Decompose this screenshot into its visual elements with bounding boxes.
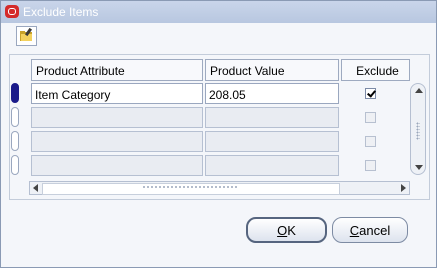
cancel-mnemonic: C [349,222,360,238]
column-header-exclude: Exclude [341,59,410,81]
cancel-button[interactable]: Cancel [332,217,408,243]
oracle-close-icon[interactable] [5,5,19,18]
product-value-field[interactable] [205,155,339,176]
ok-mnemonic: O [277,222,288,238]
exclude-checkbox[interactable] [365,88,376,99]
row-indicator[interactable] [11,131,19,151]
window-title: Exclude Items [23,5,99,19]
exclude-items-window: Exclude Items Product Attribute Product … [0,0,437,268]
product-attribute-field[interactable] [31,131,203,152]
ok-label: K [287,222,296,238]
exclude-checkbox[interactable] [365,136,376,147]
items-table: Product Attribute Product Value Exclude … [9,54,430,200]
folder-button[interactable] [16,26,37,46]
horizontal-scrollbar[interactable] [29,181,410,195]
cancel-label: ancel [359,222,391,238]
title-bar: Exclude Items [1,1,436,23]
row-indicator[interactable] [11,107,19,127]
vertical-scrollbar[interactable] [410,83,426,175]
product-value-field[interactable]: 208.05 [205,83,339,104]
product-value-field[interactable] [205,107,339,128]
ok-button[interactable]: OK [246,217,327,243]
scroll-grip[interactable] [416,122,420,140]
column-header-product-attribute: Product Attribute [31,59,203,81]
row-indicator-current[interactable] [11,83,19,103]
folder-edit-icon [20,27,33,41]
column-header-product-value: Product Value [205,59,339,81]
product-attribute-field[interactable]: Item Category [31,83,203,104]
product-attribute-field[interactable] [31,155,203,176]
product-value-field[interactable] [205,131,339,152]
row-indicator[interactable] [11,155,19,175]
scroll-up-icon[interactable] [415,88,423,93]
scroll-right-icon[interactable] [401,184,406,192]
scroll-left-icon[interactable] [33,184,38,192]
scroll-down-icon[interactable] [415,165,423,170]
scroll-grip [142,185,238,189]
exclude-checkbox[interactable] [365,112,376,123]
exclude-checkbox[interactable] [365,160,376,171]
product-attribute-field[interactable] [31,107,203,128]
